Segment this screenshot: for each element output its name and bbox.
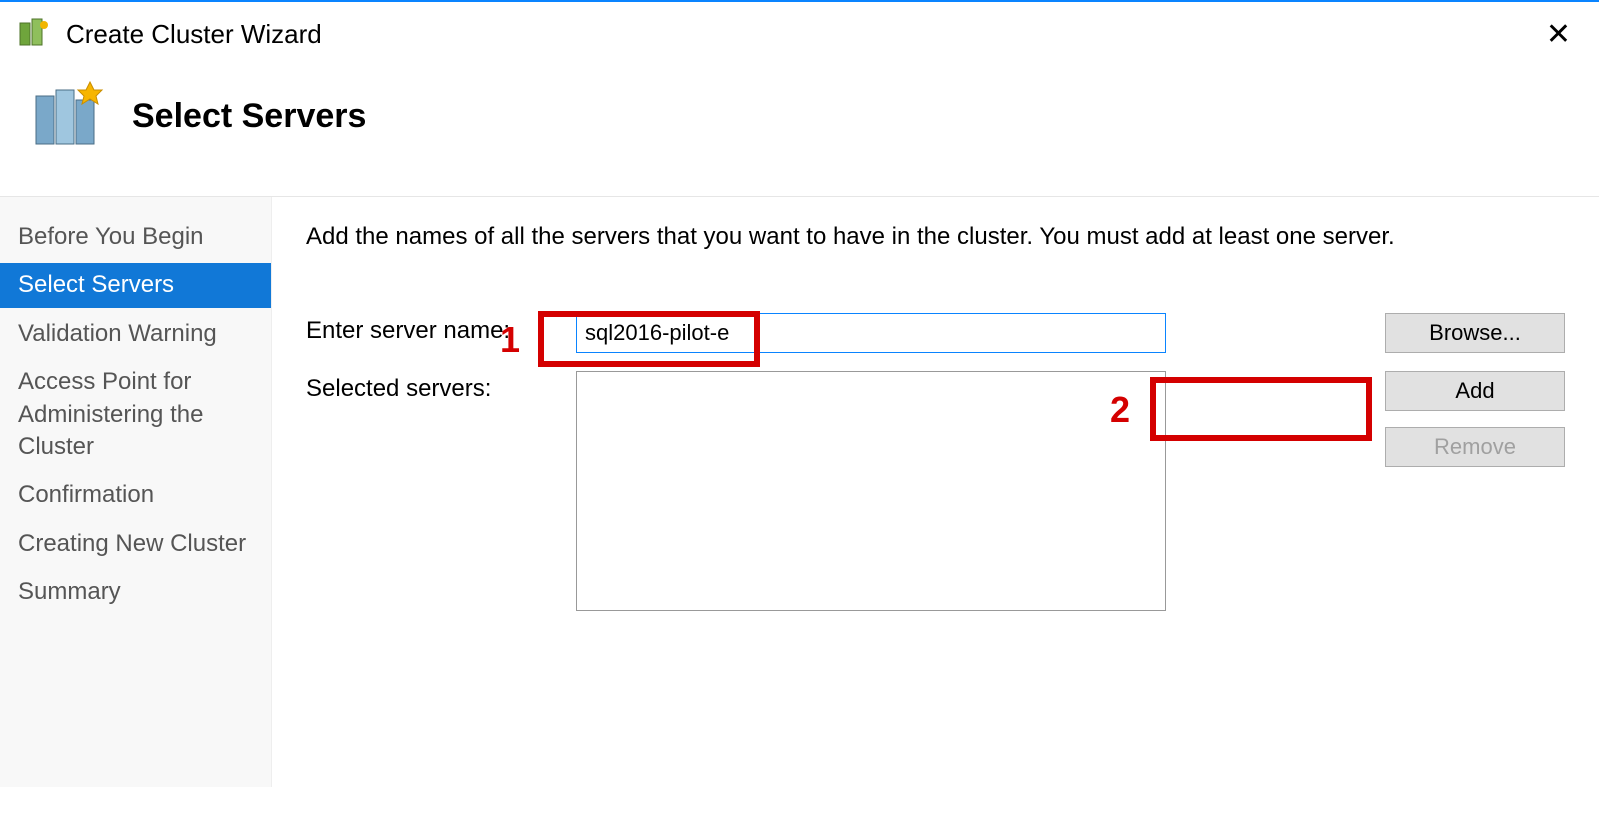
step-access-point[interactable]: Access Point for Administering the Clust… bbox=[0, 360, 271, 469]
wizard-header: Select Servers bbox=[0, 66, 1599, 197]
wizard-steps-sidebar: Before You Begin Select Servers Validati… bbox=[0, 197, 272, 787]
selected-servers-list[interactable] bbox=[576, 371, 1166, 611]
servers-icon bbox=[28, 76, 108, 156]
selected-servers-label: Selected servers: bbox=[306, 371, 576, 403]
add-button[interactable]: Add bbox=[1385, 371, 1565, 411]
selected-servers-row: Selected servers: Add Remove bbox=[306, 371, 1565, 611]
step-before-you-begin[interactable]: Before You Begin bbox=[0, 215, 271, 259]
wizard-body: Before You Begin Select Servers Validati… bbox=[0, 197, 1599, 787]
titlebar: Create Cluster Wizard ✕ bbox=[0, 2, 1599, 66]
selected-servers-wrap bbox=[576, 371, 1357, 611]
wizard-main: Add the names of all the servers that yo… bbox=[272, 197, 1599, 787]
step-creating-new-cluster[interactable]: Creating New Cluster bbox=[0, 522, 271, 566]
cluster-wizard-icon bbox=[18, 17, 52, 51]
step-select-servers[interactable]: Select Servers bbox=[0, 263, 271, 307]
step-validation-warning[interactable]: Validation Warning bbox=[0, 312, 271, 356]
wizard-window: Create Cluster Wizard ✕ Select Servers B… bbox=[0, 0, 1599, 820]
window-title: Create Cluster Wizard bbox=[66, 19, 322, 50]
browse-button[interactable]: Browse... bbox=[1385, 313, 1565, 353]
page-heading: Select Servers bbox=[132, 97, 366, 136]
instruction-text: Add the names of all the servers that yo… bbox=[306, 223, 1565, 251]
step-summary[interactable]: Summary bbox=[0, 570, 271, 614]
server-name-input[interactable] bbox=[576, 313, 1166, 353]
step-confirmation[interactable]: Confirmation bbox=[0, 473, 271, 517]
server-name-row: Enter server name: Browse... bbox=[306, 313, 1565, 353]
server-name-input-wrap bbox=[576, 313, 1357, 353]
enter-server-name-label: Enter server name: bbox=[306, 313, 576, 345]
close-icon[interactable]: ✕ bbox=[1536, 13, 1581, 56]
remove-button: Remove bbox=[1385, 427, 1565, 467]
